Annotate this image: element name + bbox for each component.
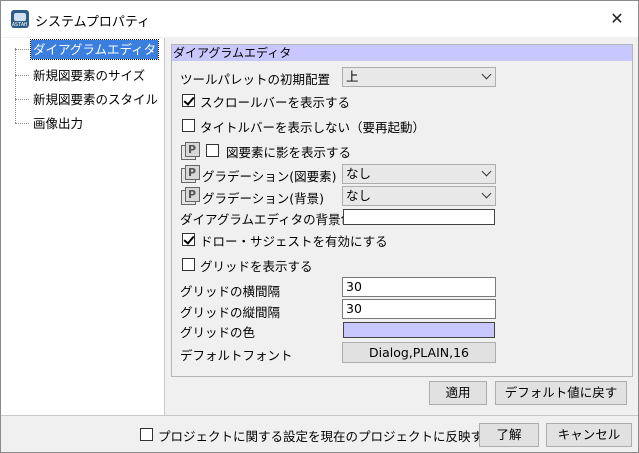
ok-button[interactable]: 了解 [479, 423, 539, 447]
footer-divider [1, 415, 638, 416]
title-bar: ASTAH システムプロパティ ✕ [1, 1, 638, 37]
project-setting-icon: P [181, 142, 201, 160]
tree-item-label: 新規図要素のサイズ [33, 68, 146, 83]
grid-h-input[interactable]: 30 [342, 277, 496, 297]
show-grid-checkbox[interactable] [182, 258, 195, 271]
palette-position-label: ツールパレットの初期配置 [180, 72, 331, 87]
tree-connector [15, 49, 29, 50]
tree-item-label: 画像出力 [33, 116, 84, 131]
tree-item-label: ダイアグラムエディタ [29, 39, 160, 60]
chevron-down-icon [481, 166, 492, 177]
window-title: システムプロパティ [35, 15, 151, 30]
tree-item-label: 新規図要素のスタイル [33, 92, 159, 107]
palette-position-value: 上 [346, 69, 359, 84]
show-shadow-checkbox[interactable] [206, 144, 219, 157]
project-setting-icon: P [181, 187, 201, 205]
diagram-editor-panel: ダイアグラムエディタ ツールパレットの初期配置 上 スクロールバーを表示する タ… [171, 44, 633, 377]
tree-connector [15, 99, 29, 100]
show-scrollbar-checkbox[interactable] [182, 94, 195, 107]
system-properties-window: ASTAH システムプロパティ ✕ ダイアグラムエディタ 新規図要素のサイズ 新… [0, 0, 639, 453]
tree-connector [15, 48, 16, 123]
app-icon-label: ASTAH [12, 22, 28, 28]
gradation-element-value: なし [346, 166, 372, 181]
tree-connector [15, 75, 29, 76]
grid-h-label: グリッドの横間隔 [180, 284, 281, 299]
grid-v-label: グリッドの縦間隔 [180, 305, 281, 320]
grid-v-value: 30 [346, 301, 362, 316]
gradation-element-select[interactable]: なし [342, 164, 496, 184]
category-tree: ダイアグラムエディタ 新規図要素のサイズ 新規図要素のスタイル 画像出力 [1, 38, 165, 415]
close-icon[interactable]: ✕ [605, 9, 629, 29]
tree-connector [15, 123, 29, 124]
draw-suggest-checkbox[interactable] [182, 233, 195, 246]
gradation-element-label: グラデーション(図要素) [202, 169, 337, 184]
reflect-project-label: プロジェクトに関する設定を現在のプロジェクトに反映する [158, 429, 496, 444]
grid-color-swatch[interactable] [343, 322, 495, 338]
show-shadow-label: 図要素に影を表示する [226, 145, 352, 160]
app-icon: ASTAH [11, 10, 29, 28]
bg-color-label: ダイアグラムエディタの背景色 [180, 212, 354, 227]
chevron-down-icon [481, 69, 492, 80]
gradation-bg-label: グラデーション(背景) [202, 191, 325, 206]
hide-titlebar-checkbox[interactable] [182, 119, 195, 132]
grid-color-label: グリッドの色 [180, 325, 256, 340]
show-scrollbar-label: スクロールバーを表示する [200, 95, 351, 110]
project-setting-icon: P [181, 165, 201, 183]
chevron-down-icon [481, 188, 492, 199]
reflect-project-checkbox[interactable] [140, 428, 153, 441]
panel-header: ダイアグラムエディタ [172, 45, 632, 61]
gradation-bg-select[interactable]: なし [342, 186, 496, 206]
show-grid-label: グリッドを表示する [200, 259, 313, 274]
default-font-label: デフォルトフォント [180, 348, 293, 363]
reset-default-button[interactable]: デフォルト値に戻す [495, 381, 627, 405]
palette-position-select[interactable]: 上 [342, 67, 496, 87]
hide-titlebar-label: タイトルバーを表示しない（要再起動） [200, 120, 426, 135]
grid-h-value: 30 [346, 279, 362, 294]
grid-v-input[interactable]: 30 [342, 299, 496, 319]
gradation-bg-value: なし [346, 188, 372, 203]
draw-suggest-label: ドロー・サジェストを有効にする [200, 234, 388, 249]
bg-color-swatch[interactable] [343, 209, 495, 225]
apply-button[interactable]: 適用 [429, 381, 487, 405]
cancel-button[interactable]: キャンセル [546, 423, 632, 447]
default-font-button[interactable]: Dialog,PLAIN,16 [342, 342, 496, 363]
